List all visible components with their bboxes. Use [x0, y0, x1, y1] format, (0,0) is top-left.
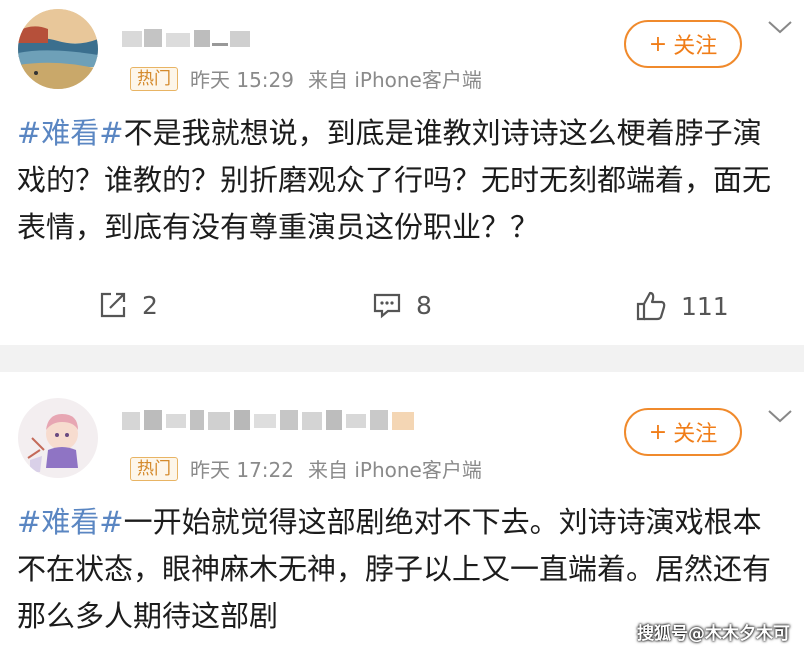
hashtag-link[interactable]: #难看#	[17, 505, 124, 539]
follow-button[interactable]: + 关注	[624, 20, 742, 68]
post-meta: 热门 昨天 17:22 来自 iPhone客户端	[130, 454, 482, 483]
post-source: 来自 iPhone客户端	[308, 458, 482, 482]
plus-icon: +	[648, 419, 668, 445]
post-divider	[0, 345, 804, 372]
hashtag-link[interactable]: #难看#	[17, 116, 124, 150]
post-source: 来自 iPhone客户端	[308, 68, 482, 92]
post-time: 昨天 15:29	[190, 68, 294, 92]
like-icon	[636, 291, 666, 321]
hot-badge: 热门	[130, 66, 178, 91]
weibo-post-2: 热门 昨天 17:22 来自 iPhone客户端 + 关注 #难看#一开始就觉得…	[0, 372, 804, 658]
user-avatar[interactable]	[18, 9, 98, 89]
comment-icon	[373, 293, 401, 319]
comment-count: 8	[416, 290, 432, 320]
post-body-text: 一开始就觉得这部剧绝对不下去。刘诗诗演戏根本不在状态，眼神麻木无神，脖子以上又一…	[17, 505, 772, 633]
post-meta: 热门 昨天 15:29 来自 iPhone客户端	[130, 64, 482, 93]
weibo-post-1: 热门 昨天 15:29 来自 iPhone客户端 + 关注 #难看#不是我就想说…	[0, 0, 804, 345]
chevron-down-icon[interactable]	[765, 17, 795, 37]
repost-button[interactable]: 2	[98, 290, 158, 320]
chevron-down-icon[interactable]	[765, 406, 795, 426]
follow-label: 关注	[673, 34, 718, 59]
repost-count: 2	[142, 290, 158, 320]
follow-label: 关注	[673, 422, 718, 447]
post-time: 昨天 17:22	[190, 458, 294, 482]
post-body-text: 不是我就想说，到底是谁教刘诗诗这么梗着脖子演戏的？谁教的？别折磨观众了行吗？无时…	[17, 116, 772, 244]
username-blurred[interactable]	[122, 27, 256, 51]
follow-button[interactable]: + 关注	[624, 408, 742, 456]
post-content: #难看#不是我就想说，到底是谁教刘诗诗这么梗着脖子演戏的？谁教的？别折磨观众了行…	[17, 110, 787, 251]
post-action-bar: 2 8 111	[0, 278, 804, 334]
plus-icon: +	[648, 31, 668, 57]
like-button[interactable]: 111	[635, 290, 729, 322]
like-count: 111	[681, 291, 729, 321]
user-avatar[interactable]	[18, 398, 98, 478]
username-blurred[interactable]	[122, 406, 420, 436]
repost-icon	[100, 292, 126, 318]
hot-badge: 热门	[130, 456, 178, 481]
watermark: 搜狐号@木木夕木可	[637, 624, 790, 644]
comment-button[interactable]: 8	[372, 290, 432, 320]
